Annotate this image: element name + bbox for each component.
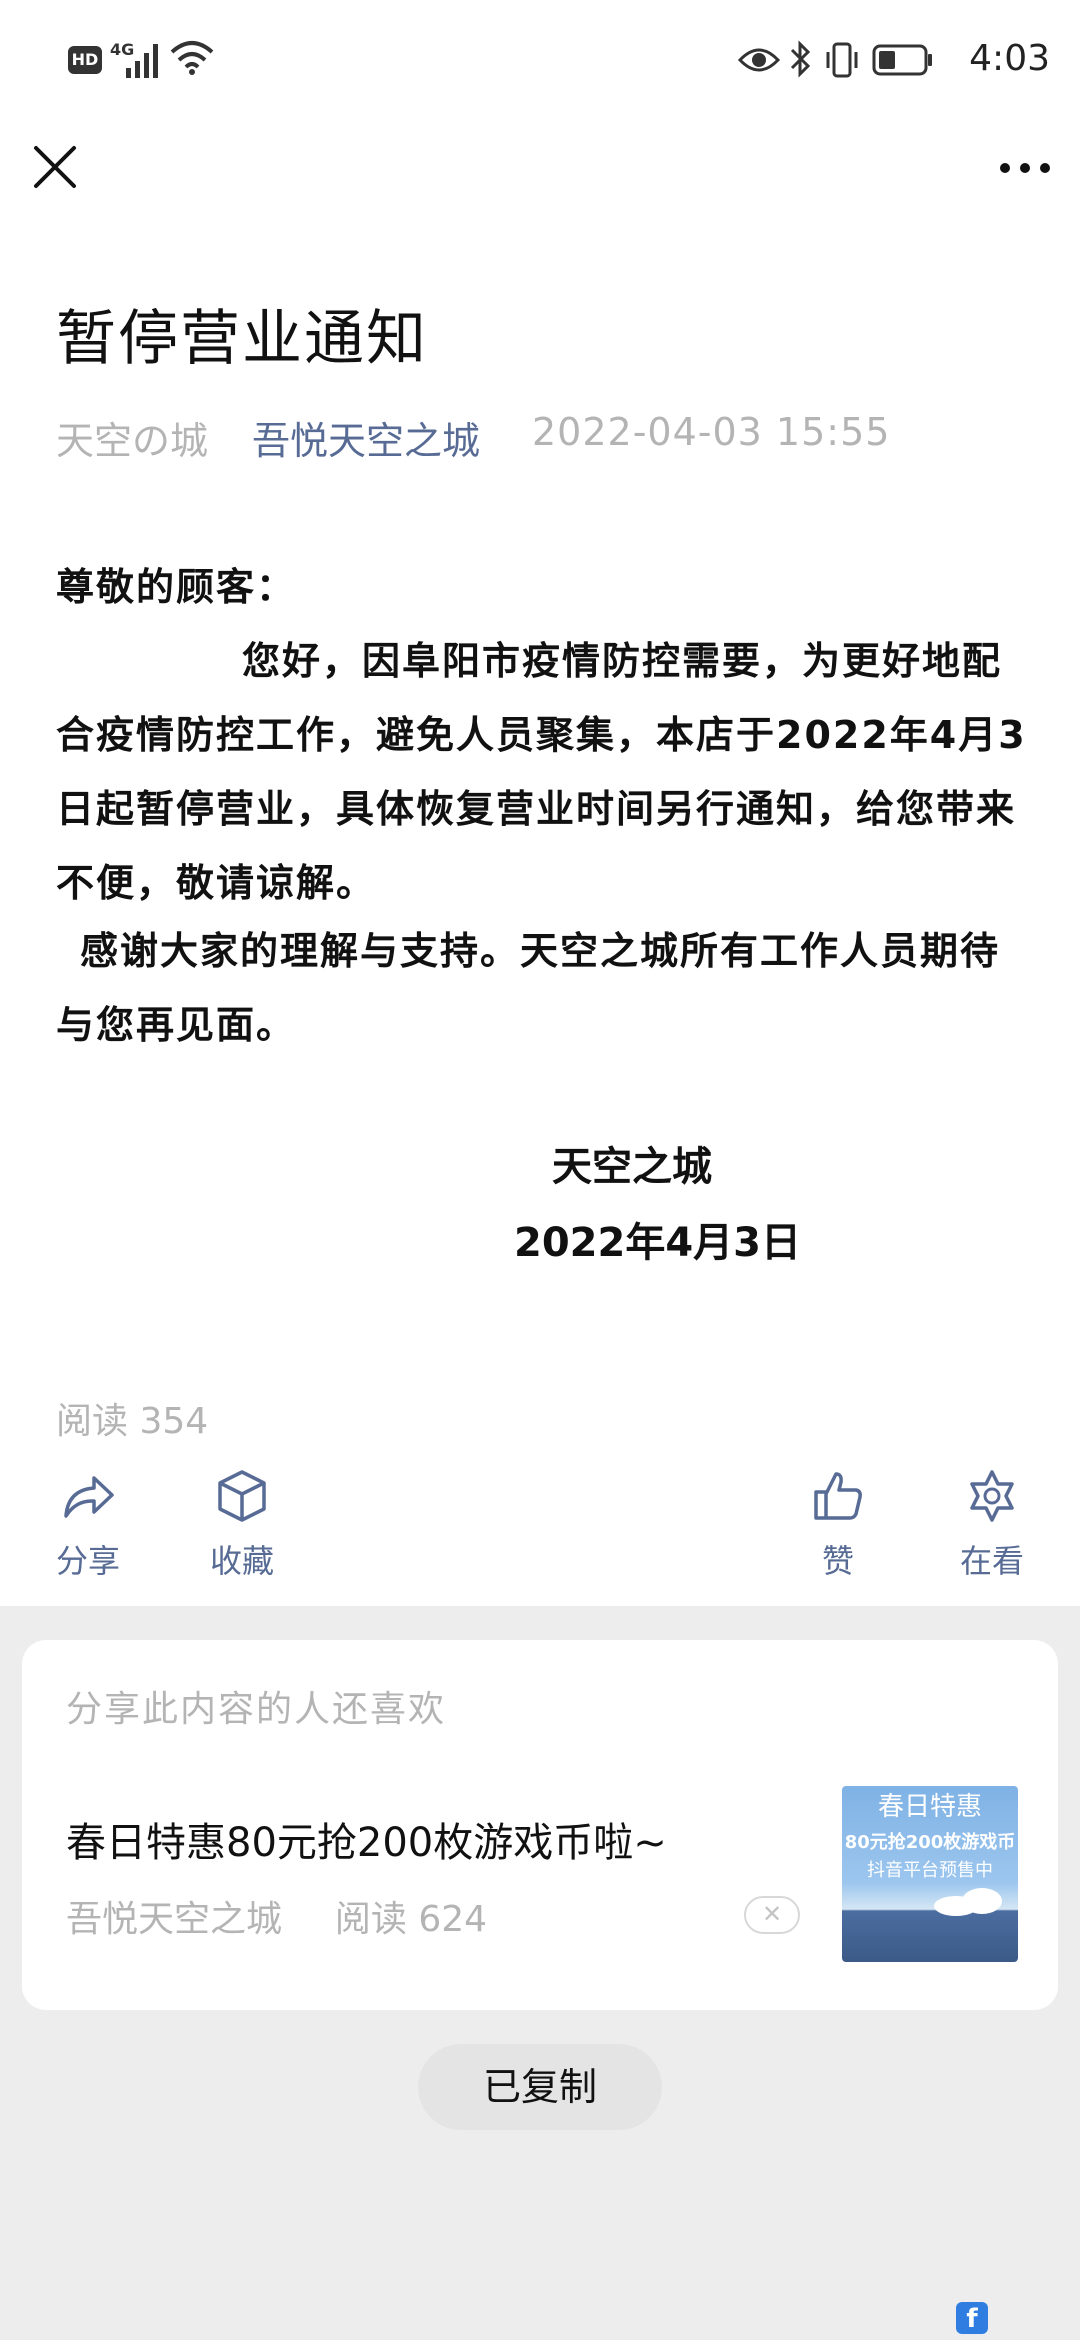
- thumb-title: 春日特惠: [877, 1792, 982, 1822]
- more-icon[interactable]: [996, 148, 1054, 188]
- thumb-line: 抖音平台预售中: [867, 1860, 993, 1881]
- brand-logo-icon: f: [956, 2302, 988, 2334]
- publish-date: 2022-04-03 15:55: [532, 410, 891, 454]
- close-icon[interactable]: [28, 140, 82, 194]
- article-paragraph: 感谢大家的理解与支持。天空之城所有工作人员期待与您再见面。: [56, 929, 1001, 1047]
- watching-button[interactable]: 在看: [932, 1468, 1052, 1582]
- recommend-item-title[interactable]: 春日特惠80元抢200枚游戏币啦~: [66, 1810, 667, 1868]
- clock: 4:03: [969, 38, 1050, 79]
- read-count: 阅读 354: [56, 1401, 209, 1442]
- like-button[interactable]: 赞: [778, 1468, 898, 1582]
- signature-date: 2022年4月3日: [514, 1220, 801, 1266]
- recommend-card: 分享此内容的人还喜欢 春日特惠80元抢200枚游戏币啦~ 吾悦天空之城 阅读 6…: [22, 1640, 1058, 2010]
- status-bar: HD 4G 4:03: [0, 0, 1080, 120]
- copied-toast: 已复制: [418, 2044, 662, 2130]
- cellular-signal-icon: [126, 44, 158, 78]
- like-label: 赞: [821, 1542, 854, 1580]
- thumbs-up-icon: [814, 1472, 862, 1520]
- share-button[interactable]: 分享: [28, 1468, 148, 1582]
- recommend-item-read: 阅读 624: [334, 1899, 488, 1940]
- share-icon: [64, 1476, 114, 1518]
- thumb-line: 80元抢200枚游戏币: [844, 1832, 1016, 1853]
- cloud-shape: [962, 1888, 1002, 1914]
- account-link[interactable]: 吾悦天空之城: [252, 410, 480, 465]
- article-title: 暂停营业通知: [56, 304, 428, 374]
- article-paragraph: 您好，因阜阳市疫情防控需要，为更好地配合疫情防控工作，避免人员聚集，本店于202…: [56, 639, 1027, 905]
- bluetooth-icon: [790, 40, 811, 78]
- collect-label: 收藏: [209, 1542, 274, 1580]
- recommend-item-meta: 吾悦天空之城 阅读 624: [66, 1890, 487, 1942]
- share-label: 分享: [55, 1542, 120, 1580]
- watermark: f: [956, 2298, 1076, 2338]
- recommend-heading: 分享此内容的人还喜欢: [66, 1689, 447, 1730]
- collect-button[interactable]: 收藏: [182, 1468, 302, 1582]
- vibrate-icon: [826, 42, 858, 78]
- dismiss-button[interactable]: ✕: [744, 1896, 800, 1934]
- watching-label: 在看: [959, 1542, 1024, 1580]
- hd-badge: HD: [68, 46, 102, 74]
- cube-icon: [218, 1470, 266, 1522]
- signature: 天空之城: [552, 1144, 712, 1190]
- recommend-thumbnail[interactable]: 春日特惠 80元抢200枚游戏币 抖音平台预售中: [842, 1786, 1018, 1962]
- recommend-item-account: 吾悦天空之城: [66, 1899, 283, 1940]
- greeting: 尊敬的顾客：: [56, 565, 297, 609]
- article-source: 天空の城: [56, 419, 209, 463]
- battery-icon: [872, 44, 932, 76]
- wifi-icon: [170, 41, 214, 75]
- eye-icon: [738, 48, 780, 72]
- star-flower-icon: [970, 1470, 1014, 1522]
